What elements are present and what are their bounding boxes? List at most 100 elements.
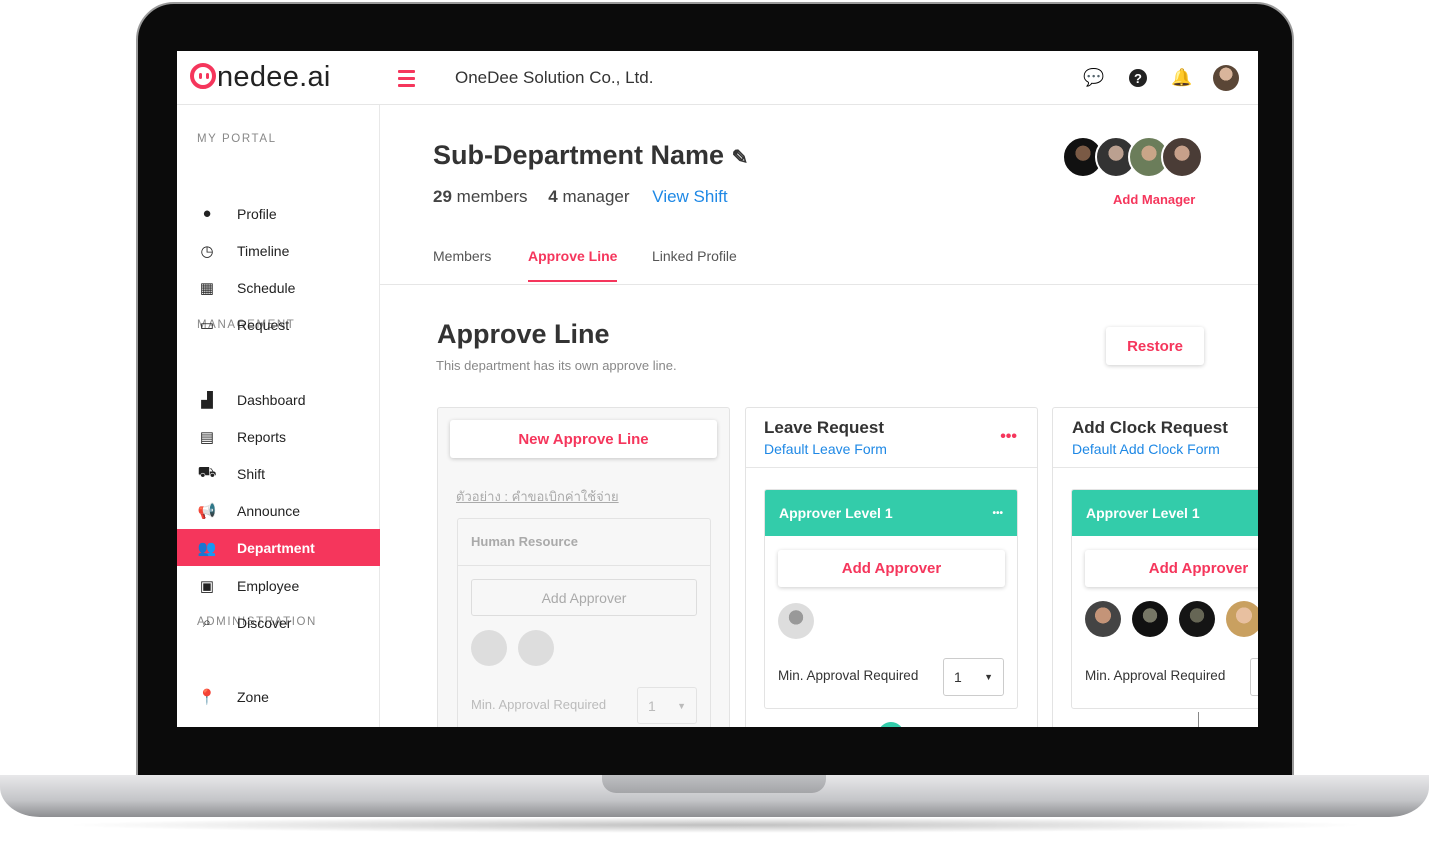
pin-icon: 📍 [197,688,217,706]
sidebar-item-label: Calendar [237,726,294,728]
connector-arrow-icon [1198,712,1199,727]
placeholder-avatar [471,630,507,666]
min-approval-select[interactable]: 1 ▼ [637,687,697,724]
laptop-notch [602,775,826,793]
user-avatar[interactable] [1213,65,1239,91]
sidebar-item-label: Request [237,316,290,333]
add-approver-button[interactable]: Add Approver [778,550,1005,587]
megaphone-icon: 📢 [197,502,217,520]
placeholder-avatar [518,630,554,666]
inbox-icon: ▭ [199,316,215,334]
page-title: Sub-Department Name ✎ [433,140,749,170]
add-approver-button[interactable]: Add Approver [1085,550,1258,587]
document-icon: ▤ [199,428,215,446]
min-approval-label: Min. Approval Required [471,697,607,712]
search-icon: ⌕ [202,614,212,631]
sidebar-item-request[interactable]: ▭ Request [177,306,380,343]
sidebar-item-timeline[interactable]: ◷ Timeline [177,232,380,269]
line-title: Leave Request [764,418,884,437]
sidebar-item-label: Shift [237,465,266,482]
sidebar-item-label: Timeline [237,242,290,259]
user-circle-icon: ● [202,205,212,222]
sidebar-item-label: Announce [237,502,301,519]
level-header: Approver Level 1 ••• [765,490,1017,536]
sidebar-item-reports[interactable]: ▤ Reports [177,418,380,455]
example-text: ตัวอย่าง : คำขอเบิกค่าใช้จ่าย [456,489,619,504]
sidebar-item-profile[interactable]: ● Profile [177,195,380,232]
sidebar-item-label: Zone [237,688,269,705]
calendar-icon: ▦ [199,279,215,297]
line-form-link[interactable]: Default Add Clock Form [1072,441,1258,457]
help-icon[interactable]: ? [1128,68,1148,88]
sidebar-item-label: Schedule [237,279,296,296]
calendar-icon: ▦ [177,725,237,728]
tab-approve-line[interactable]: Approve Line [528,248,618,282]
sidebar: MY PORTAL MANAGEMENT ADMINISTRATION ● Pro… [177,105,380,727]
bar-chart-icon: ▟ [201,391,213,409]
add-approver-button[interactable]: Add Approver [471,579,697,616]
min-approval-select[interactable]: 1 ▼ [943,658,1004,696]
approver-avatar[interactable] [1226,601,1258,637]
company-name: OneDee Solution Co., Ltd. [455,68,654,87]
manager-avatar[interactable] [1161,136,1203,178]
sidebar-item-label: Profile [237,205,277,222]
sidebar-item-announce[interactable]: 📢 Announce [177,492,380,529]
sidebar-item-dashboard[interactable]: ▟ Dashboard [177,381,380,418]
restore-button[interactable]: Restore [1106,327,1204,365]
tabs-divider [380,284,1258,285]
more-options-icon[interactable]: ••• [1000,428,1017,446]
approver-avatar[interactable] [1132,601,1168,637]
tab-linked-profile[interactable]: Linked Profile [652,248,737,264]
placeholder-level: Human Resource Add Approver Min. Approva… [457,518,711,727]
sidebar-item-shift[interactable]: ⛟ Shift [177,455,380,492]
level-title: Human Resource [458,519,710,566]
approver-avatar[interactable] [1085,601,1121,637]
level-options-icon[interactable]: ••• [992,508,1003,519]
logo-text: nedee.ai [217,61,331,93]
sidebar-item-label: Reports [237,428,287,445]
new-approve-line-column: New Approve Line ตัวอย่าง : คำขอเบิกค่าใ… [437,407,730,727]
logo[interactable]: nedee.ai [190,61,331,94]
logo-mark-icon [190,63,216,89]
approver-level: Approver Level 1 Add Approver Min. Appro… [1071,489,1258,709]
sidebar-item-discover[interactable]: ⌕ Discover [177,604,380,641]
sidebar-item-employee[interactable]: ▣ Employee [177,567,380,604]
top-header: nedee.ai OneDee Solution Co., Ltd. 💬 ? 🔔 [177,51,1258,105]
min-approval-label: Min. Approval Required [778,668,919,683]
sidebar-item-label: Discover [237,614,292,631]
bell-icon[interactable]: 🔔 [1171,68,1192,88]
users-icon: 👥 [197,539,217,557]
line-title: Add Clock Request [1072,418,1228,437]
laptop-shadow [60,817,1370,833]
sidebar-item-calendar[interactable]: ▦Calendar [177,715,380,728]
line-form-link[interactable]: Default Leave Form [764,441,1019,457]
shift-icon: ⛟ [197,464,217,481]
tab-members[interactable]: Members [433,248,491,264]
sidebar-item-zone[interactable]: 📍 Zone [177,678,380,715]
clock-icon: ◷ [200,242,214,260]
add-manager-link[interactable]: Add Manager [1113,192,1195,207]
sidebar-item-label: Dashboard [237,391,306,408]
edit-pencil-icon[interactable]: ✎ [732,147,749,169]
approver-avatar[interactable] [778,603,814,639]
id-card-icon: ▣ [199,577,215,595]
sidebar-item-schedule[interactable]: ▦ Schedule [177,269,380,306]
new-approve-line-button[interactable]: New Approve Line [450,420,717,458]
menu-toggle-icon[interactable] [398,70,415,91]
section-my-portal: MY PORTAL [197,133,277,145]
approver-level: Approver Level 1 ••• Add Approver Min. Ap… [764,489,1018,709]
add-level-button[interactable] [878,722,904,727]
approve-line-add-clock-request: Add Clock Request Default Add Clock Form… [1052,407,1258,727]
level-header: Approver Level 1 [1072,490,1258,536]
sidebar-item-department[interactable]: 👥 Department [177,529,380,566]
approver-avatar[interactable] [1179,601,1215,637]
sidebar-item-label: Employee [237,577,300,594]
section-title: Approve Line [437,319,610,349]
approve-line-leave-request: Leave Request Default Leave Form ••• App… [745,407,1038,727]
chat-icon[interactable]: 💬 [1083,68,1104,88]
min-approval-select[interactable] [1250,658,1258,696]
sidebar-item-label: Department [237,539,315,556]
view-shift-link[interactable]: View Shift [652,187,727,206]
min-approval-label: Min. Approval Required [1085,668,1226,683]
app-screen: nedee.ai OneDee Solution Co., Ltd. 💬 ? 🔔… [177,51,1258,727]
